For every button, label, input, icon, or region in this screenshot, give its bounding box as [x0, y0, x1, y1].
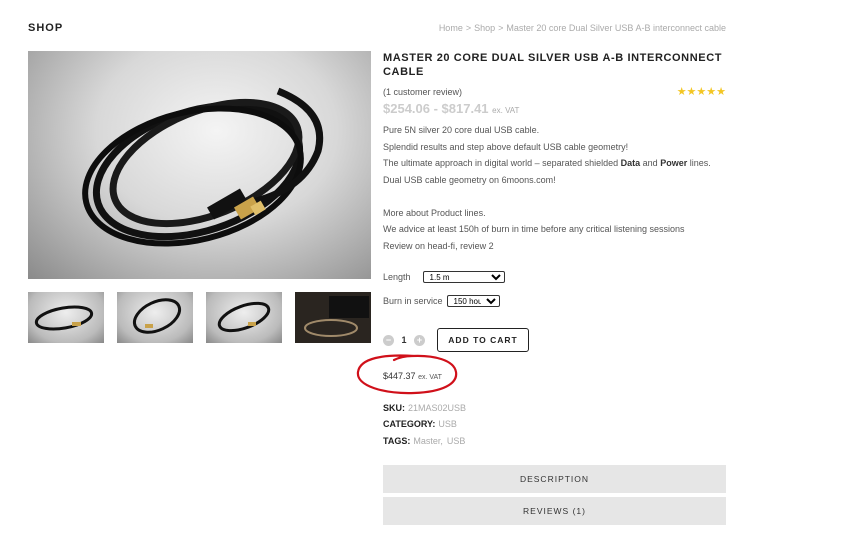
breadcrumb-shop[interactable]: Shop — [474, 23, 495, 33]
tag-link-usb[interactable]: USB — [447, 436, 466, 446]
sku-row: SKU: 21MAS02USB — [383, 403, 466, 413]
breadcrumb-home[interactable]: Home — [439, 23, 463, 33]
thumbnail-4[interactable] — [295, 292, 371, 343]
thumbnail-2[interactable] — [117, 292, 193, 343]
quantity-input[interactable]: 1 — [394, 335, 414, 345]
sku-label: SKU: — [383, 403, 405, 413]
tab-reviews[interactable]: REVIEWS (1) — [383, 497, 726, 525]
desc-line: Pure 5N silver 20 core dual USB cable. — [383, 125, 540, 135]
review-2-link[interactable]: review 2 — [460, 241, 494, 251]
desc-text: Review on — [383, 240, 428, 251]
desc-text: ! — [553, 174, 556, 185]
desc-text: and — [640, 158, 661, 168]
category-row: CATEGORY: USB — [383, 419, 457, 429]
customer-review-link[interactable]: (1 customer review) — [383, 87, 462, 97]
desc-bold-data: Data — [620, 158, 641, 168]
tag-link-master[interactable]: Master — [413, 436, 440, 446]
breadcrumb: Home > Shop > Master 20 core Dual Silver USB… — [439, 23, 726, 33]
desc-line: We advice at least 150h of burn in time … — [383, 224, 685, 234]
length-label: Length — [383, 272, 411, 282]
add-to-cart-button[interactable]: ADD TO CART — [437, 328, 529, 352]
tag-separator: , — [440, 436, 443, 446]
tab-description[interactable]: DESCRIPTION — [383, 465, 726, 493]
tags-label: TAGS: — [383, 436, 411, 446]
star-rating-icon: ★★★★★ — [676, 86, 726, 98]
quantity-minus-button[interactable]: − — [383, 334, 394, 346]
desc-text: The ultimate approach in digital world –… — [383, 158, 621, 168]
quantity-plus-button[interactable]: + — [414, 334, 425, 346]
burn-in-label: Burn in service — [383, 296, 443, 306]
desc-bold-power: Power — [660, 158, 688, 168]
desc-line: Splendid results and step above default … — [383, 141, 629, 152]
length-select[interactable]: 1.5 m — [422, 271, 505, 283]
desc-text: Dual USB cable geometry on — [383, 174, 502, 185]
desc-line: Review on head-fi, review 2 — [383, 238, 726, 255]
price-range: $254.06 - $817.41 ex. VAT — [383, 101, 726, 116]
6moons-link[interactable]: 6moons.com — [502, 175, 554, 185]
price-vat-suffix: ex. VAT — [492, 106, 520, 115]
desc-line: Dual USB cable geometry on 6moons.com! — [383, 172, 726, 189]
desc-line: The ultimate approach in digital world –… — [383, 155, 726, 172]
page-title: SHOP — [28, 22, 64, 34]
product-title: MASTER 20 CORE DUAL SILVER USB A-B INTER… — [383, 52, 723, 78]
red-annotation-circle — [356, 354, 458, 395]
burn-in-select[interactable]: 150 hours — [446, 295, 500, 307]
breadcrumb-separator: > — [465, 23, 472, 33]
desc-text: about Product lines. — [403, 207, 486, 218]
length-option-row: Length 1.5 m — [383, 271, 505, 283]
tags-row: TAGS: Master, USB — [383, 436, 465, 446]
breadcrumb-separator: > — [498, 23, 504, 33]
product-main-image[interactable] — [28, 51, 371, 279]
thumbnail-1[interactable] — [28, 292, 104, 343]
burn-in-option-row: Burn in service 150 hours — [383, 295, 500, 307]
desc-spacer — [383, 188, 726, 205]
desc-text: lines. — [687, 158, 711, 168]
price-range-value: $254.06 - $817.41 — [383, 101, 489, 116]
thumbnail-strip — [28, 292, 371, 343]
product-short-description: Pure 5N silver 20 core dual USB cable. S… — [383, 122, 726, 254]
breadcrumb-current: Master 20 core Dual Silver USB A-B inter… — [506, 23, 726, 33]
category-label: CATEGORY: — [383, 419, 436, 429]
head-fi-link[interactable]: head-fi — [428, 241, 456, 251]
more-link[interactable]: More — [383, 208, 404, 218]
thumbnail-3[interactable] — [206, 292, 282, 343]
review-row: (1 customer review) ★★★★★ — [383, 85, 726, 98]
product-summary: MASTER 20 CORE DUAL SILVER USB A-B INTER… — [383, 51, 726, 254]
category-link[interactable]: USB — [438, 419, 457, 429]
sku-value: 21MAS02USB — [408, 403, 467, 413]
add-to-cart-row: − 1 + ADD TO CART — [383, 328, 529, 352]
desc-line: More about Product lines. — [383, 205, 726, 222]
